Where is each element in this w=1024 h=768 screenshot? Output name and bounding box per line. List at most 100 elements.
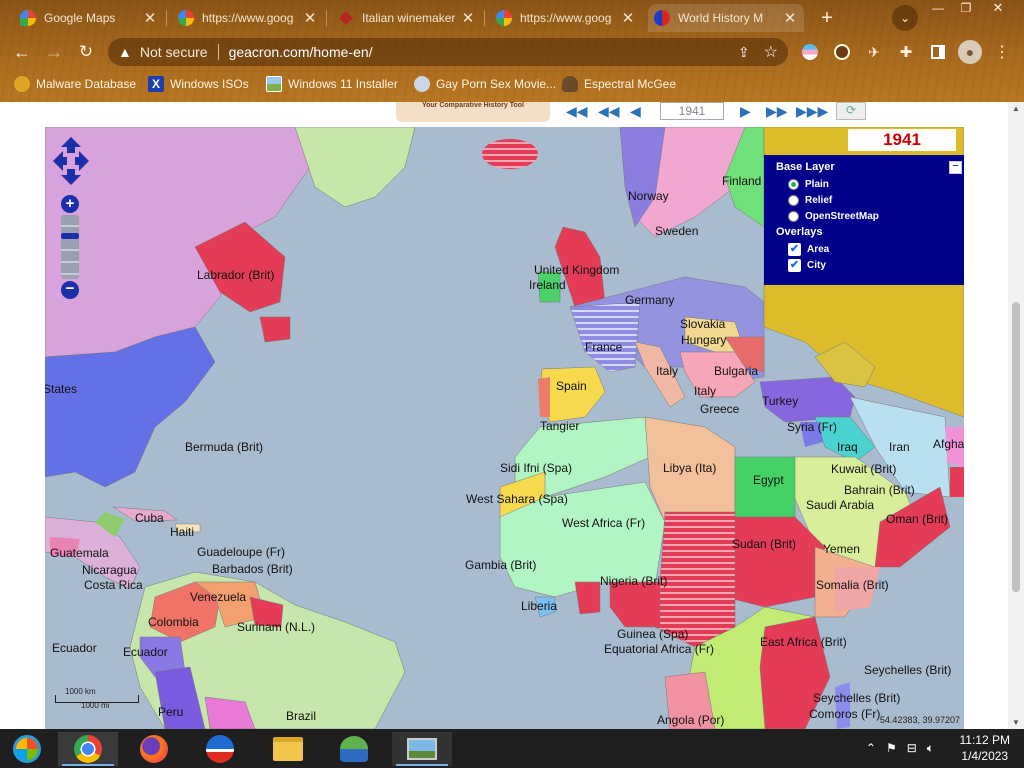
- restore-button[interactable]: ❐: [956, 0, 976, 16]
- bookmark-adult-site[interactable]: Gay Porn Sex Movie...: [414, 74, 556, 94]
- map-label[interactable]: Hungary: [681, 333, 726, 347]
- map-label[interactable]: Tangier: [540, 419, 579, 433]
- map-label[interactable]: Gambia (Brit): [465, 558, 536, 572]
- tab-google-search-1[interactable]: https://www.goog ✕: [172, 4, 324, 32]
- map-label[interactable]: Sidi Ifni (Spa): [500, 461, 572, 475]
- bookmark-malware-database[interactable]: Malware Database: [14, 74, 136, 94]
- map-label[interactable]: Kuwait (Brit): [831, 462, 896, 476]
- map-label[interactable]: Ireland: [529, 278, 566, 292]
- minimize-button[interactable]: —: [928, 0, 948, 16]
- start-button[interactable]: [0, 732, 54, 766]
- map-label[interactable]: Afgha: [933, 437, 964, 451]
- scroll-down-icon[interactable]: ▼: [1012, 718, 1020, 727]
- zoom-slider-handle[interactable]: [61, 233, 79, 239]
- map-label[interactable]: Venezuela: [190, 590, 246, 604]
- map-label[interactable]: Turkey: [762, 394, 798, 408]
- pan-control[interactable]: [51, 135, 91, 187]
- pan-left-icon[interactable]: [53, 151, 67, 171]
- tab-world-history-maps[interactable]: World History M ✕: [648, 4, 804, 32]
- map-label[interactable]: Greece: [700, 402, 739, 416]
- taskbar-photos[interactable]: [392, 732, 452, 766]
- base-layer-relief[interactable]: Relief: [788, 192, 952, 208]
- radio-unselected[interactable]: [788, 210, 799, 222]
- map-label[interactable]: Seychelles (Brit): [813, 691, 900, 705]
- map-label[interactable]: Italy: [694, 384, 716, 398]
- history-map[interactable]: Norway Sweden Finland United Kingdom Ire…: [45, 127, 964, 729]
- overlay-city[interactable]: ✔ City: [788, 257, 952, 273]
- reload-button[interactable]: ↻: [74, 40, 98, 64]
- taskbar-network-tool[interactable]: [324, 732, 384, 766]
- map-label[interactable]: Germany: [625, 293, 674, 307]
- map-label[interactable]: Equatorial Africa (Fr): [604, 642, 714, 656]
- map-label[interactable]: Surinam (N.L.): [237, 620, 315, 634]
- map-label[interactable]: Iran: [889, 440, 910, 454]
- map-label[interactable]: Oman (Brit): [886, 512, 948, 526]
- map-label[interactable]: Cuba: [135, 511, 164, 525]
- map-label[interactable]: Nigeria (Brit): [600, 574, 667, 588]
- pan-right-icon[interactable]: [75, 151, 89, 171]
- map-label[interactable]: Bulgaria: [714, 364, 758, 378]
- map-label[interactable]: Comoros (Fr): [809, 707, 880, 721]
- network-icon[interactable]: ⊟: [907, 741, 917, 756]
- map-label[interactable]: Sudan (Brit): [732, 537, 796, 551]
- address-bar[interactable]: ▲ Not secure geacron.com/home-en/ ⇪ ☆: [108, 38, 788, 66]
- tab-search-button[interactable]: ⌄: [892, 5, 918, 31]
- close-icon[interactable]: ✕: [302, 9, 318, 27]
- bookmark-windows-isos[interactable]: X Windows ISOs: [148, 74, 249, 94]
- extensions-puzzle-icon[interactable]: ✚: [896, 42, 916, 62]
- zoom-out-button[interactable]: −: [61, 281, 79, 299]
- map-label[interactable]: Seychelles (Brit): [864, 663, 951, 677]
- share-icon[interactable]: ⇪: [738, 44, 750, 61]
- radio-selected[interactable]: [788, 178, 799, 190]
- forward-button[interactable]: →: [42, 40, 66, 64]
- scrollbar-thumb[interactable]: [1012, 302, 1020, 592]
- map-label[interactable]: United Kingdom: [534, 263, 619, 277]
- page-scrollbar[interactable]: ▲ ▼: [1008, 102, 1024, 729]
- side-panel-icon[interactable]: [928, 42, 948, 62]
- map-label[interactable]: Ecuador: [52, 641, 97, 655]
- taskbar-clock[interactable]: 11:12 PM 1/4/2023: [960, 732, 1010, 764]
- map-label[interactable]: Guinea (Spa): [617, 627, 688, 641]
- flag-icon[interactable]: ⚑: [886, 741, 897, 756]
- map-label[interactable]: Ecuador: [123, 645, 168, 659]
- map-label[interactable]: Nicaragua: [82, 563, 137, 577]
- checkbox-checked[interactable]: ✔: [788, 258, 801, 272]
- map-label[interactable]: Bahrain (Brit): [844, 483, 915, 497]
- next-year-button[interactable]: ▶: [740, 104, 751, 120]
- map-label[interactable]: Costa Rica: [84, 578, 143, 592]
- tab-italian-winemaker[interactable]: Italian winemaker ✕: [332, 4, 482, 32]
- map-label[interactable]: Egypt: [753, 473, 784, 487]
- map-label[interactable]: Bermuda (Brit): [185, 440, 263, 454]
- tab-google-search-2[interactable]: https://www.goog ✕: [490, 4, 642, 32]
- map-label[interactable]: West Sahara (Spa): [466, 492, 568, 506]
- overlay-area[interactable]: ✔ Area: [788, 241, 952, 257]
- map-label[interactable]: Peru: [158, 705, 183, 719]
- extension-avatar-icon[interactable]: [832, 42, 852, 62]
- base-layer-plain[interactable]: Plain: [788, 176, 952, 192]
- pan-up-icon[interactable]: [61, 137, 81, 153]
- extension-flag-icon[interactable]: [800, 42, 820, 62]
- extension-bird-icon[interactable]: ✈: [864, 42, 884, 62]
- taskbar-opera[interactable]: [190, 732, 250, 766]
- menu-kebab-icon[interactable]: ⋮: [994, 40, 1010, 64]
- base-layer-openstreetmap[interactable]: OpenStreetMap: [788, 208, 952, 224]
- radio-unselected[interactable]: [788, 194, 799, 206]
- map-label[interactable]: France: [585, 340, 622, 354]
- map-label[interactable]: Syria (Fr): [787, 420, 837, 434]
- map-label[interactable]: Sweden: [655, 224, 698, 238]
- tray-chevron-up-icon[interactable]: ⌃: [866, 741, 876, 756]
- star-icon[interactable]: ☆: [764, 42, 778, 62]
- close-icon[interactable]: ✕: [460, 9, 476, 27]
- taskbar-file-explorer[interactable]: [258, 732, 318, 766]
- scroll-up-icon[interactable]: ▲: [1012, 104, 1020, 113]
- map-label[interactable]: Saudi Arabia: [806, 498, 874, 512]
- map-label[interactable]: Slovakia: [680, 317, 725, 331]
- map-label[interactable]: Italy: [656, 364, 678, 378]
- previous-year-button[interactable]: ◀: [630, 104, 641, 120]
- map-label[interactable]: Haiti: [170, 525, 194, 539]
- new-tab-button[interactable]: +: [814, 5, 840, 31]
- first-year-button[interactable]: ◀◀: [566, 104, 588, 120]
- taskbar-firefox[interactable]: [124, 732, 184, 766]
- map-label[interactable]: Spain: [556, 379, 587, 393]
- zoom-slider-track[interactable]: [61, 215, 79, 279]
